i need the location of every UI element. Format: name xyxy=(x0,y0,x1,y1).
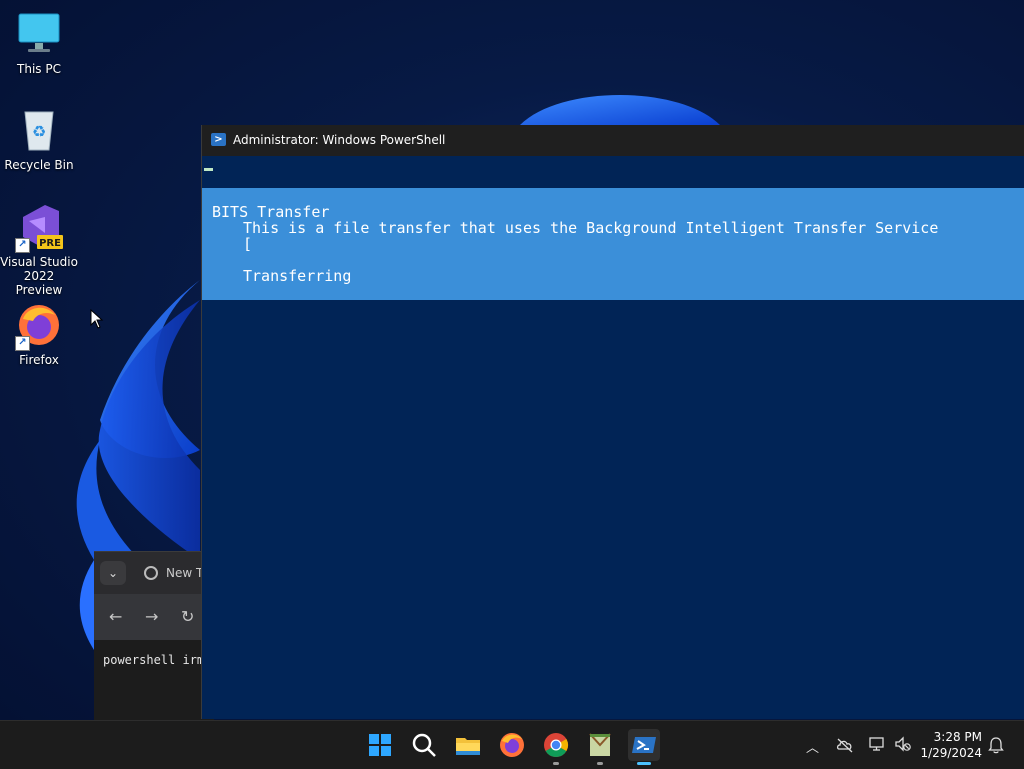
reload-icon[interactable]: ↻ xyxy=(181,607,194,626)
desktop-icon-visual-studio[interactable]: PRE ↗ Visual Studio 2022 Preview xyxy=(0,203,78,297)
browser-tab-strip: ⌄ New Ta xyxy=(94,552,214,594)
start-button[interactable] xyxy=(364,729,396,761)
notepad-taskbar-button[interactable] xyxy=(584,729,616,765)
active-indicator xyxy=(637,762,651,765)
network-icon[interactable] xyxy=(868,736,886,752)
powershell-titlebar[interactable]: > Administrator: Windows PowerShell xyxy=(202,125,1024,156)
start-icon xyxy=(369,734,391,756)
preview-badge: PRE xyxy=(39,238,61,249)
file-explorer-button[interactable] xyxy=(452,729,484,761)
browser-content: powershell irm xyxy=(94,640,214,720)
powershell-taskbar-button[interactable] xyxy=(628,729,660,765)
desktop-icon-label: Recycle Bin xyxy=(4,158,74,172)
tab-search-chevron-icon[interactable]: ⌄ xyxy=(100,561,126,585)
browser-content-text: powershell irm xyxy=(103,653,205,667)
notification-bell-icon[interactable] xyxy=(988,736,1004,754)
notepad-icon xyxy=(589,733,611,756)
chrome-taskbar-button[interactable] xyxy=(540,729,572,765)
chevron-up-icon[interactable]: ︿ xyxy=(806,737,819,756)
back-arrow-icon[interactable]: ← xyxy=(109,607,122,626)
window-title: Administrator: Windows PowerShell xyxy=(233,133,446,147)
progress-panel: BITS Transfer This is a file transfer th… xyxy=(202,188,1024,300)
chrome-tab-icon xyxy=(144,566,158,580)
firefox-icon xyxy=(500,733,524,757)
desktop-icon-label: This PC xyxy=(17,62,61,76)
shortcut-arrow-icon: ↗ xyxy=(15,336,30,351)
mouse-pointer-icon xyxy=(90,309,104,329)
text-cursor xyxy=(204,168,213,171)
forward-arrow-icon[interactable]: → xyxy=(145,607,158,626)
firefox-icon: ↗ xyxy=(15,301,63,351)
file-explorer-icon xyxy=(456,738,480,755)
progress-status: Transferring xyxy=(243,267,352,285)
onedrive-offline-icon[interactable] xyxy=(836,737,854,753)
search-icon xyxy=(412,733,436,757)
desktop-icon-firefox[interactable]: ↗ Firefox xyxy=(0,301,78,367)
chrome-icon xyxy=(544,733,569,758)
taskbar-clock[interactable]: 3:28 PM 1/29/2024 xyxy=(920,729,982,761)
clock-time: 3:28 PM xyxy=(933,730,982,744)
visual-studio-icon: PRE ↗ xyxy=(15,203,63,253)
browser-toolbar: ← → ↻ xyxy=(94,594,214,640)
powershell-window-icon: > xyxy=(211,133,226,146)
desktop-icon-label: Visual Studio 2022 Preview xyxy=(0,255,78,297)
desktop-icon-recycle-bin[interactable]: ♻ Recycle Bin xyxy=(0,106,78,172)
shortcut-arrow-icon: ↗ xyxy=(15,238,30,253)
svg-text:♻: ♻ xyxy=(32,122,46,141)
volume-muted-icon[interactable] xyxy=(894,736,912,752)
monitor-icon xyxy=(15,10,63,58)
desktop-icon-this-pc[interactable]: This PC xyxy=(0,10,78,76)
progress-bar: [ xyxy=(243,235,253,253)
desktop-icon-label: Firefox xyxy=(19,353,59,367)
firefox-taskbar-button[interactable] xyxy=(496,729,528,761)
browser-window[interactable]: ⌄ New Ta ← → ↻ powershell irm xyxy=(94,551,214,720)
progress-description: This is a file transfer that uses the Ba… xyxy=(243,219,939,237)
clock-date: 1/29/2024 xyxy=(920,746,982,760)
running-indicator xyxy=(553,762,559,765)
powershell-icon xyxy=(632,737,656,753)
powershell-window[interactable]: > Administrator: Windows PowerShell BITS… xyxy=(201,125,1024,719)
recycle-bin-icon: ♻ xyxy=(15,106,63,154)
search-button[interactable] xyxy=(408,729,440,761)
running-indicator xyxy=(597,762,603,765)
taskbar: ︿ 3:28 PM 1/29/2024 xyxy=(0,720,1024,769)
